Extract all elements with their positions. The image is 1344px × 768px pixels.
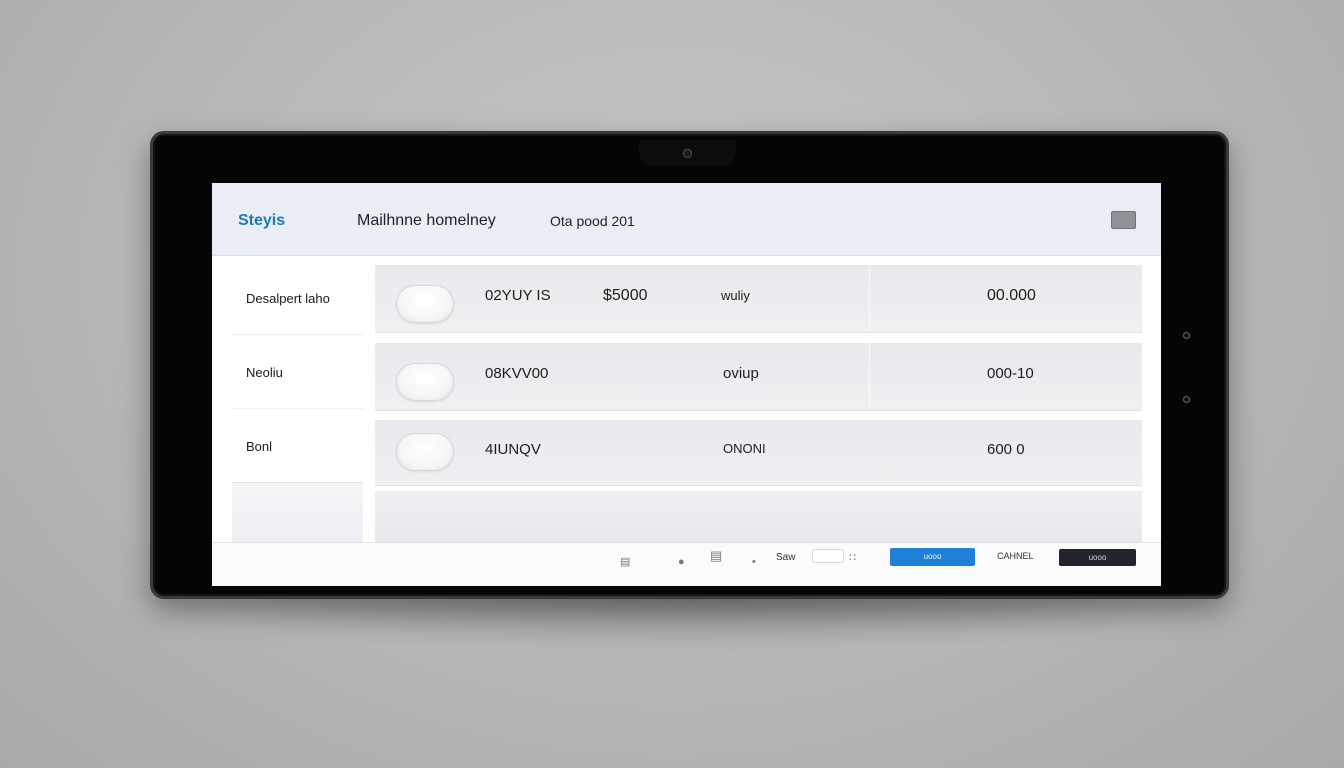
share-icon[interactable]: ▤ [710, 549, 722, 562]
row-status: wuliy [721, 288, 750, 303]
grid-icon[interactable]: ∷ [849, 553, 856, 564]
side-button-icon [1183, 396, 1190, 403]
cancel-button[interactable]: CAHNEL [997, 551, 1034, 561]
save-button[interactable]: Saw [776, 552, 795, 563]
row-code: 4IUNQV [485, 441, 541, 458]
sidebar-item-3[interactable]: Bonl [232, 411, 363, 483]
row-status: oviup [723, 365, 759, 382]
camera-icon [683, 149, 692, 158]
row-code: 08KVV00 [485, 365, 549, 382]
table-row[interactable]: 08KVV00 oviup 000-10 [375, 343, 1142, 411]
toggle-switch[interactable] [396, 433, 454, 471]
row-value: 000-10 [987, 365, 1034, 382]
page-title: Mailhnne homelney [357, 212, 496, 229]
toggle-switch[interactable] [396, 363, 454, 401]
app-screen: Steyis Mailhnne homelney Ota pood 201 De… [212, 183, 1161, 586]
sidebar-item-2[interactable]: Neoliu [232, 337, 363, 409]
toggle-switch[interactable] [396, 285, 454, 323]
bullet-icon[interactable]: • [752, 557, 756, 568]
row-value: 00.000 [987, 287, 1036, 304]
dot-icon[interactable]: ● [678, 557, 685, 568]
top-header: Steyis Mailhnne homelney Ota pood 201 [212, 183, 1161, 256]
bottom-toolbar: ▤ ● ▤ • Saw ∷ uooo CAHNEL uooo [212, 542, 1161, 586]
table-row[interactable]: 02YUY IS $5000 wuliy 00.000 [375, 265, 1142, 333]
zoom-field[interactable] [812, 549, 844, 563]
sidebar-item-1[interactable]: Desalpert laho [232, 263, 363, 335]
row-code: 02YUY IS [485, 287, 551, 304]
primary-button[interactable]: uooo [890, 548, 975, 566]
row-amount: $5000 [603, 287, 648, 304]
confirm-button[interactable]: uooo [1059, 549, 1136, 566]
sidebar-item-label: Desalpert laho [246, 291, 330, 306]
row-status: ONONI [723, 441, 766, 456]
sidebar-item-label: Bonl [246, 439, 273, 454]
tablet-device: Steyis Mailhnne homelney Ota pood 201 De… [150, 131, 1229, 599]
table-footer [375, 491, 1142, 543]
sidebar-empty-slot [232, 482, 363, 542]
menu-button[interactable] [1111, 211, 1136, 229]
table-row[interactable]: 4IUNQV ONONI 600 0 [375, 420, 1142, 486]
column-divider [869, 265, 870, 332]
brand-logo[interactable]: Steyis [238, 212, 285, 230]
header-date: Ota pood 201 [550, 213, 635, 229]
camera-notch [639, 140, 736, 166]
sidebar-item-label: Neoliu [246, 365, 283, 380]
data-table: 02YUY IS $5000 wuliy 00.000 08KVV00 oviu… [375, 265, 1142, 545]
row-value: 600 0 [987, 441, 1025, 458]
layout-icon[interactable]: ▤ [620, 557, 630, 568]
column-divider [869, 343, 870, 410]
side-button-icon [1183, 332, 1190, 339]
